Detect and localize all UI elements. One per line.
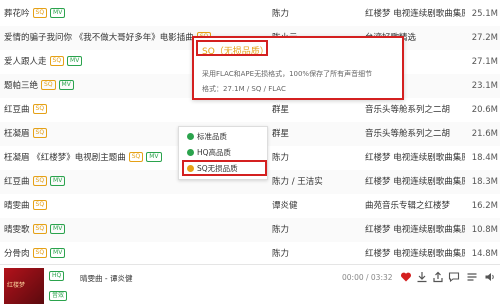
song-title-text[interactable]: 分骨肉 [4, 249, 30, 259]
song-album[interactable]: 音乐头等舱系列之二胡 [365, 122, 465, 146]
heart-icon[interactable] [400, 271, 412, 283]
song-size: 27.2M [471, 33, 498, 43]
song-title-text[interactable]: 晴雯曲 [4, 201, 30, 211]
song-size: 25.1M [471, 9, 498, 19]
mv-badge[interactable]: MV [50, 7, 66, 18]
song-title[interactable]: 葬花吟 SQ MV [4, 2, 266, 26]
song-album[interactable]: 红楼梦 电视连续剧歌曲集原声带 [365, 218, 465, 242]
quality-option[interactable]: HQ高品质 [187, 146, 231, 160]
play-time: 00:00 / 03:32 [342, 273, 393, 282]
song-title-text[interactable]: 红豆曲 [4, 177, 30, 187]
quality-dot-icon [187, 132, 194, 140]
song-row[interactable]: 晴雯歌SQMV陈力红楼梦 电视连续剧歌曲集原声带10.8M [0, 218, 500, 242]
sq-badge: SQ [32, 223, 48, 234]
song-title-text[interactable]: 红豆曲 [4, 105, 30, 115]
mv-badge[interactable]: MV [67, 55, 83, 66]
song-singer[interactable]: 群星 [272, 122, 362, 146]
song-size: 10.8M [471, 225, 498, 235]
song-title[interactable]: 晴雯曲 SQ [4, 194, 266, 218]
song-album[interactable]: 音乐头等舱系列之二胡 [365, 98, 465, 122]
volume-icon[interactable] [484, 271, 496, 283]
player-effect-badge[interactable]: 音效 [49, 291, 68, 301]
song-title-text[interactable]: 晴雯歌 [4, 225, 30, 235]
quality-selected-highlight [182, 160, 267, 176]
sq-badge: SQ [32, 199, 48, 210]
song-size: 14.8M [471, 249, 498, 259]
quality-option-label: 标准品质 [197, 132, 227, 141]
player-bar: 红楼梦 HQ 音效 晴雯曲 - 谭炎健 00:00 / 03:32 [0, 264, 500, 305]
song-title-text[interactable]: 枉凝眉 《红楼梦》电视剧主题曲 [4, 153, 126, 163]
song-title[interactable]: 分骨肉 SQ MV [4, 242, 266, 266]
song-title[interactable]: 晴雯歌 SQ MV [4, 218, 266, 242]
song-album[interactable]: 红楼梦 电视连续剧歌曲集原声带 [365, 242, 465, 266]
mv-badge[interactable]: MV [50, 223, 66, 234]
song-size: 20.6M [471, 105, 498, 115]
playlist-icon[interactable] [466, 271, 478, 283]
quality-option-label: HQ高品质 [197, 148, 232, 157]
mv-badge[interactable]: MV [50, 175, 66, 186]
sq-badge: SQ [32, 175, 48, 186]
song-singer[interactable]: 陈力 [272, 2, 362, 26]
song-row[interactable]: 分骨肉SQMV陈力红楼梦 电视连续剧歌曲集原声带14.8M [0, 242, 500, 266]
song-size: 18.4M [471, 153, 498, 163]
song-singer[interactable]: 陈力 / 王洁实 [272, 170, 362, 194]
quality-option[interactable]: 标准品质 [187, 130, 227, 144]
mv-badge[interactable]: MV [146, 151, 162, 162]
song-row[interactable]: 晴雯曲 SQ 谭炎健 曲苑音乐专辑之红楼梦 16.2M [0, 194, 500, 218]
mv-badge[interactable]: MV [58, 79, 74, 90]
player-hq-badge[interactable]: HQ [49, 271, 65, 281]
sq-badge: SQ [32, 103, 48, 114]
song-singer[interactable]: 谭炎健 [272, 194, 362, 218]
cover-art-text: 红楼梦 [7, 282, 26, 289]
song-size: 18.3M [471, 177, 498, 187]
sq-badge: SQ [49, 55, 65, 66]
song-album[interactable]: 红楼梦 电视连续剧歌曲集原声带 [365, 146, 465, 170]
song-size: 23.1M [471, 81, 498, 91]
song-singer[interactable]: 陈力 [272, 146, 362, 170]
song-album[interactable]: 红楼梦 电视连续剧歌曲集原声带 [365, 170, 465, 194]
song-singer[interactable]: 陈力 [272, 242, 362, 266]
share-icon[interactable] [432, 271, 444, 283]
album-cover[interactable]: 红楼梦 [4, 268, 44, 304]
song-size: 27.1M [471, 57, 498, 67]
sq-badge: SQ [41, 79, 56, 90]
download-icon[interactable] [416, 271, 428, 283]
sq-badge: SQ [32, 247, 48, 258]
song-album[interactable]: 红楼梦 电视连续剧歌曲集原声带 [365, 2, 465, 26]
comment-icon[interactable] [448, 271, 460, 283]
song-title[interactable]: 红豆曲 SQ [4, 98, 266, 122]
song-singer[interactable]: 群星 [272, 98, 362, 122]
now-playing-song: 晴雯曲 - 谭炎健 [80, 274, 133, 283]
sq-badge: SQ [32, 7, 48, 18]
sq-badge: SQ [128, 151, 144, 162]
sq-badge: SQ [32, 127, 48, 138]
song-title-text[interactable]: 爱人跟人走 [4, 57, 47, 67]
song-album[interactable]: 曲苑音乐专辑之红楼梦 [365, 194, 465, 218]
song-title-text[interactable]: 枉凝眉 [4, 129, 30, 139]
song-size: 16.2M [471, 201, 498, 211]
song-title-text[interactable]: 题帕三绝 [4, 81, 38, 91]
song-title-text[interactable]: 爱情的骗子我问你 《我不做大哥好多年》电影插曲 [4, 33, 194, 43]
tooltip-title-highlight [196, 40, 268, 56]
song-row[interactable]: 葬花吟SQMV陈力红楼梦 电视连续剧歌曲集原声带25.1M [0, 2, 500, 26]
song-size: 21.6M [471, 129, 498, 139]
song-row[interactable]: 红豆曲 SQ 群星 音乐头等舱系列之二胡 20.6M [0, 98, 500, 122]
song-title-text[interactable]: 葬花吟 [4, 9, 30, 19]
song-singer[interactable]: 陈力 [272, 218, 362, 242]
mv-badge[interactable]: MV [50, 247, 66, 258]
quality-dot-icon [187, 148, 194, 156]
